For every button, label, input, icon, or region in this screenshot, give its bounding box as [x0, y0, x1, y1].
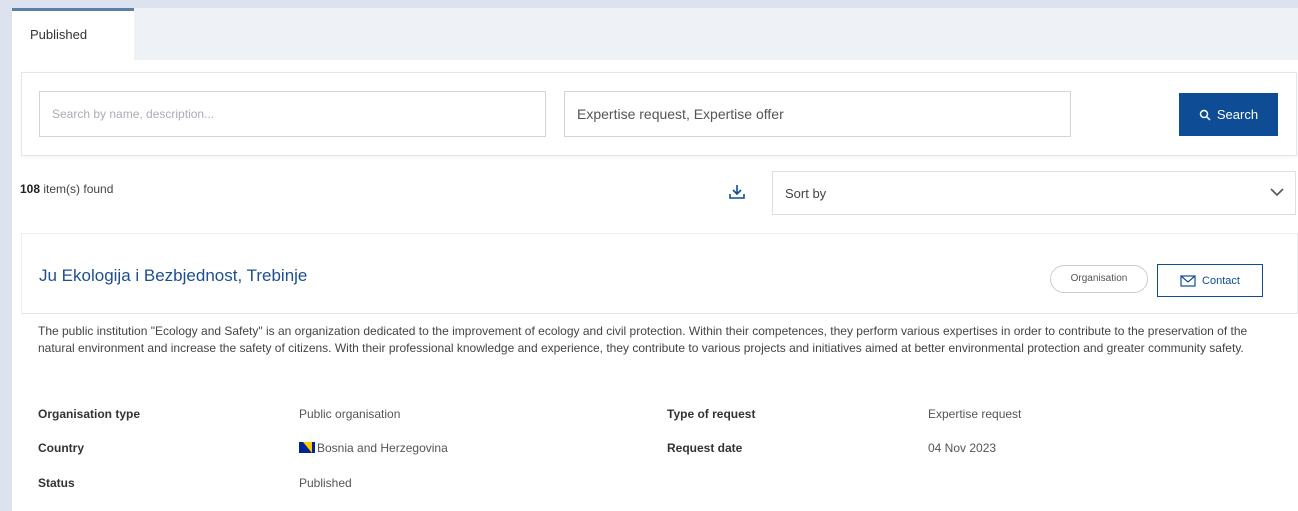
result-card-header: Ju Ekologija i Bezbjednost, Trebinje Org…	[21, 233, 1298, 314]
status-value: Published	[299, 476, 352, 490]
tab-label: Published	[30, 27, 88, 42]
sort-select[interactable]: Sort by	[772, 171, 1296, 215]
request-type-label: Type of request	[667, 407, 756, 421]
search-icon	[1199, 109, 1211, 121]
contact-button[interactable]: Contact	[1157, 264, 1263, 297]
results-count: 108 item(s) found	[20, 182, 113, 196]
chevron-down-icon	[1270, 188, 1284, 197]
search-button-label: Search	[1216, 107, 1259, 122]
sort-label: Sort by	[785, 186, 827, 201]
country-value: Bosnia and Herzegovina	[299, 441, 448, 455]
bosnia-flag-icon	[299, 442, 315, 453]
search-panel: Search	[21, 72, 1297, 156]
type-badge: Organisation	[1050, 265, 1148, 293]
result-card: Ju Ekologija i Bezbjednost, Trebinje Org…	[21, 233, 1298, 511]
results-suffix: item(s) found	[43, 182, 114, 196]
status-label: Status	[38, 476, 75, 490]
result-description: The public institution "Ecology and Safe…	[38, 324, 1248, 355]
org-type-value: Public organisation	[299, 407, 401, 421]
search-button[interactable]: Search	[1179, 93, 1278, 136]
result-title[interactable]: Ju Ekologija i Bezbjednost, Trebinje	[39, 266, 307, 286]
search-input[interactable]	[39, 91, 546, 137]
request-date-label: Request date	[667, 441, 743, 455]
type-filter-input[interactable]	[564, 91, 1071, 137]
tab-bar	[12, 8, 1298, 60]
mail-icon	[1180, 274, 1196, 287]
download-icon[interactable]	[728, 183, 746, 201]
org-type-label: Organisation type	[38, 407, 141, 421]
results-number: 108	[20, 182, 41, 196]
country-label: Country	[38, 441, 84, 455]
request-type-value: Expertise request	[928, 407, 1022, 421]
tab-published[interactable]: Published	[12, 8, 134, 60]
request-date-value: 04 Nov 2023	[928, 441, 997, 455]
contact-button-label: Contact	[1202, 274, 1240, 287]
